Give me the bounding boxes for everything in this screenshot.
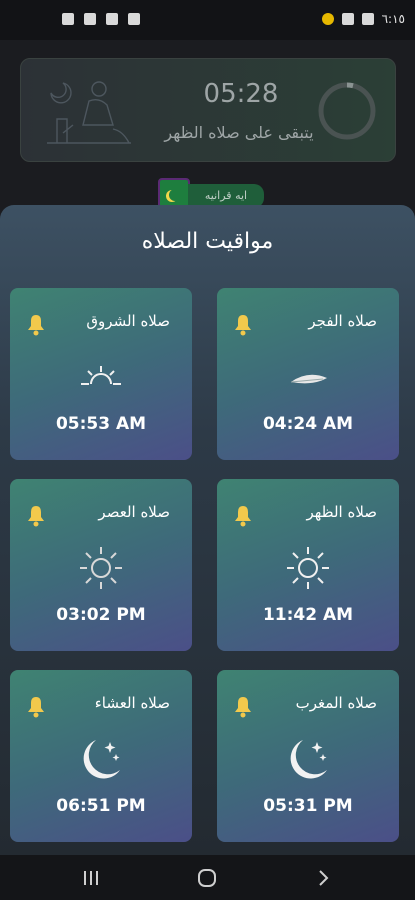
praying-man-icon (47, 81, 131, 144)
sheet-title: مواقيت الصلاه (141, 229, 274, 254)
next-prayer-card[interactable]: 05:28 يتبقى على صلاه الظهر (20, 58, 396, 162)
prayer-card-maghrib[interactable]: صلاه المغرب 05:31 PM (217, 670, 399, 842)
prayer-card-dhuhr[interactable]: صلاه الظهر 11:42 AM (217, 479, 399, 651)
home-icon[interactable] (196, 867, 218, 889)
status-bar: ٦:١٥ (0, 0, 415, 40)
signal-icon (84, 13, 96, 25)
recent-apps-icon[interactable] (80, 867, 102, 889)
prayer-name: صلاه الظهر (306, 503, 377, 521)
prayer-times-sheet: مواقيت الصلاه صلاه الفجر 04:24 AM صلاه ا… (0, 205, 415, 855)
remaining-text: يتبقى على صلاه الظهر (164, 123, 314, 142)
countdown-timer: 05:28 (203, 79, 279, 109)
prayer-time: 05:31 PM (263, 796, 353, 816)
notification-icon (62, 13, 74, 25)
prayer-name: صلاه المغرب (295, 694, 377, 712)
prayer-name: صلاه الشروق (86, 312, 170, 330)
prayer-card-isha[interactable]: صلاه العشاء 06:51 PM (10, 670, 192, 842)
prayer-time: 06:51 PM (56, 796, 146, 816)
system-navigation-bar (0, 855, 415, 900)
prayer-time: 03:02 PM (56, 605, 146, 625)
progress-ring-icon (318, 82, 376, 140)
prayer-time: 05:53 AM (55, 414, 147, 434)
battery-icon (361, 13, 374, 25)
prayer-time: 04:24 AM (262, 414, 354, 434)
prayer-name: صلاه الفجر (308, 312, 377, 330)
back-chevron-icon[interactable] (312, 867, 334, 889)
bell-icon[interactable] (229, 501, 257, 529)
moon-stars-icon (290, 740, 327, 779)
status-left-icons (62, 13, 140, 25)
bell-icon[interactable] (22, 310, 50, 338)
mute-icon (128, 13, 140, 25)
feather-icon (290, 374, 327, 384)
prayer-name: صلاه العشاء (94, 694, 170, 712)
bell-icon[interactable] (22, 692, 50, 720)
prayer-card-fajr[interactable]: صلاه الفجر 04:24 AM (217, 288, 399, 460)
bell-icon[interactable] (22, 501, 50, 529)
sunrise-icon (81, 366, 121, 385)
sun-icon (80, 547, 122, 589)
prayer-card-asr[interactable]: صلاه العصر 03:02 PM (10, 479, 192, 651)
status-right-icons: ٦:١٥ (321, 12, 405, 26)
gallery-icon (341, 13, 354, 25)
bell-icon[interactable] (229, 310, 257, 338)
prayer-name: صلاه العصر (98, 503, 170, 521)
app-notification-icon (321, 13, 334, 25)
prayer-card-shuruq[interactable]: صلاه الشروق 05:53 AM (10, 288, 192, 460)
status-time: ٦:١٥ (381, 12, 405, 26)
wifi-icon (106, 13, 118, 25)
bell-icon[interactable] (229, 692, 257, 720)
prayer-time: 11:42 AM (262, 605, 354, 625)
sun-icon (287, 547, 329, 589)
moon-stars-icon (83, 740, 120, 779)
